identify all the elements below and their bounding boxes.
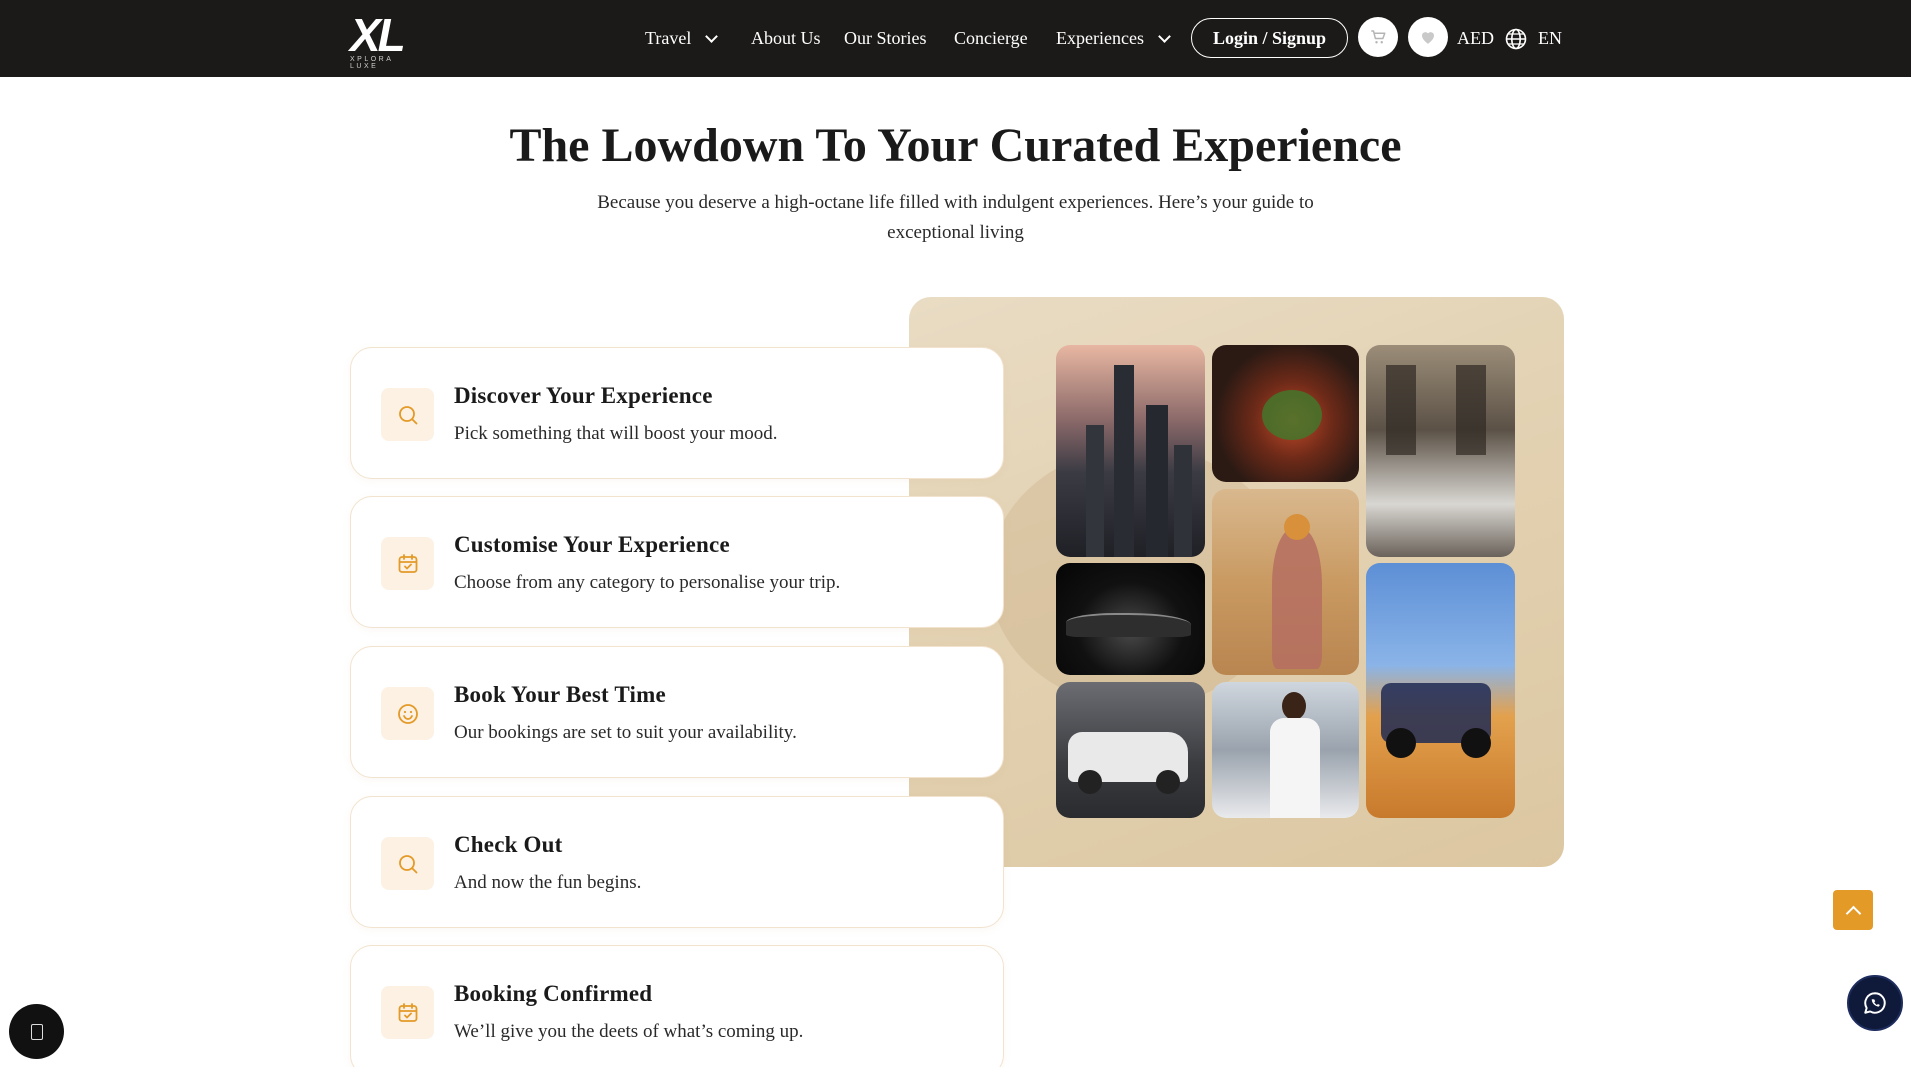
step-card-book[interactable]: Book Your Best Time Our bookings are set… [350, 646, 1004, 778]
food-platter-photo [1212, 345, 1359, 482]
top-navbar: XL XPLORA LUXE Travel About Us Our Stori… [0, 0, 1911, 77]
nav-label-concierge: Concierge [954, 28, 1028, 48]
step-icon-box [381, 986, 434, 1039]
step-description: Choose from any category to personalise … [454, 572, 841, 593]
step-card-checkout[interactable]: Check Out And now the fun begins. [350, 796, 1004, 928]
step-title: Customise Your Experience [454, 532, 730, 557]
wishlist-button[interactable] [1408, 17, 1448, 57]
step-description: We’ll give you the deets of what’s comin… [454, 1021, 804, 1042]
nav-label-experiences: Experiences [1056, 28, 1144, 48]
step-icon-box [381, 687, 434, 740]
step-description: Our bookings are set to suit your availa… [454, 722, 797, 743]
step-title: Book Your Best Time [454, 682, 666, 707]
nav-item-travel[interactable]: Travel [645, 28, 719, 49]
nav-label-about-us: About Us [751, 28, 821, 48]
step-card-customise[interactable]: Customise Your Experience Choose from an… [350, 496, 1004, 628]
section-title: The Lowdown To Your Curated Experience [509, 119, 1402, 172]
step-card-confirmed[interactable]: Booking Confirmed We’ll give you the dee… [350, 945, 1004, 1067]
white-suv-photo [1056, 682, 1205, 818]
logo-text: XL [350, 9, 406, 61]
step-description: Pick something that will boost your mood… [454, 423, 778, 444]
cart-icon [1371, 30, 1386, 44]
step-icon-box [381, 388, 434, 441]
step-icon-box [381, 837, 434, 890]
language-selector[interactable]: EN [1504, 0, 1562, 77]
nav-label-travel: Travel [645, 28, 692, 48]
section-subtitle: Because you deserve a high-octane life f… [597, 192, 1314, 243]
step-description: And now the fun begins. [454, 872, 642, 893]
city-skyline-photo [1056, 345, 1205, 557]
chevron-up-icon [1845, 905, 1861, 921]
step-card-discover[interactable]: Discover Your Experience Pick something … [350, 347, 1004, 479]
nav-item-our-stories[interactable]: Our Stories [844, 28, 927, 49]
chauffeur-photo [1212, 682, 1359, 818]
logo-tagline: XPLORA LUXE [350, 56, 394, 70]
calendar-check-icon [398, 553, 417, 573]
step-title: Check Out [454, 832, 563, 857]
search-icon [398, 854, 417, 873]
chat-widget-button[interactable] [9, 1004, 64, 1059]
step-icon-box [381, 537, 434, 590]
nav-item-about-us[interactable]: About Us [751, 28, 821, 49]
whatsapp-button[interactable] [1847, 975, 1903, 1031]
heart-icon [1422, 32, 1434, 44]
step-title: Discover Your Experience [454, 383, 713, 408]
calendar-check-icon [398, 1002, 417, 1022]
nav-item-concierge[interactable]: Concierge [954, 28, 1028, 49]
currency-selector[interactable]: AED [1457, 0, 1494, 77]
chevron-down-icon [1158, 29, 1171, 43]
black-sedan-photo [1056, 563, 1205, 675]
chevron-down-icon [705, 29, 719, 43]
dune-buggy-photo [1366, 563, 1515, 818]
step-title: Booking Confirmed [454, 981, 653, 1006]
nav-item-experiences[interactable]: Experiences [1056, 28, 1171, 49]
globe-icon [1505, 28, 1527, 49]
scroll-to-top-button[interactable] [1833, 890, 1873, 930]
desert-woman-photo [1212, 489, 1359, 675]
language-label: EN [1538, 28, 1562, 48]
brand-logo[interactable]: XL XPLORA LUXE [350, 9, 418, 70]
whatsapp-icon [1864, 992, 1886, 1014]
experience-gallery-panel [909, 297, 1564, 867]
restaurant-interior-photo [1366, 345, 1515, 557]
login-signup-button[interactable]: Login / Signup [1191, 18, 1348, 58]
chat-icon [30, 1023, 43, 1040]
nav-label-our-stories: Our Stories [844, 28, 927, 48]
cart-button[interactable] [1358, 17, 1398, 57]
smiley-icon [397, 703, 418, 724]
search-icon [398, 405, 417, 424]
